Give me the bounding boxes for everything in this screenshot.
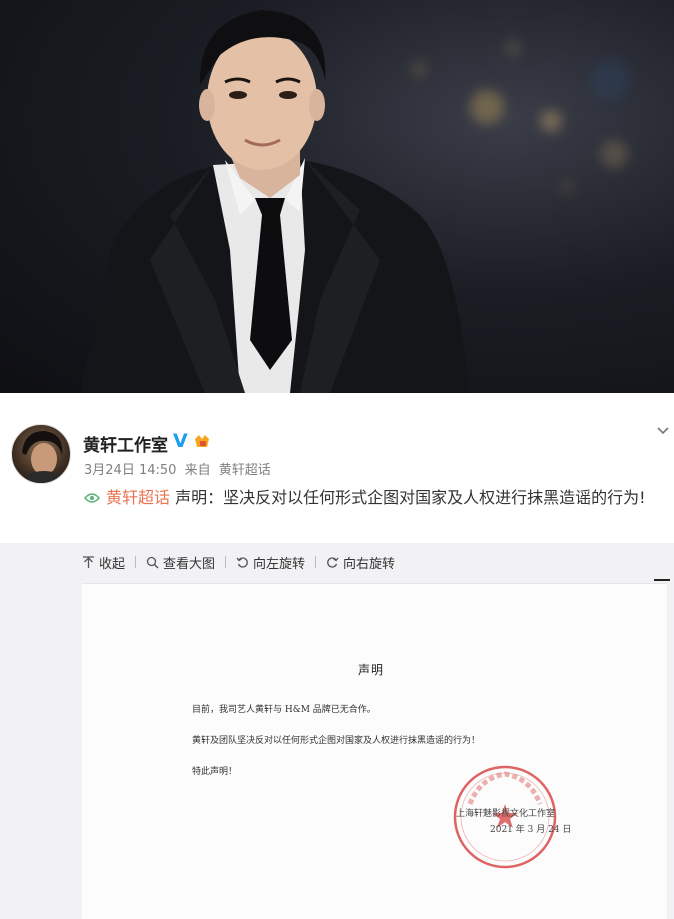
- post-source[interactable]: 黄轩超话: [219, 463, 271, 478]
- verified-icon: V: [173, 430, 188, 452]
- author-name[interactable]: 黄轩工作室: [83, 431, 168, 456]
- view-large-button[interactable]: 查看大图: [146, 553, 215, 572]
- view-large-label: 查看大图: [163, 556, 216, 572]
- magnifier-icon: [146, 556, 159, 568]
- document-line: 目前，我司艺人黄轩与 H&M 品牌已无合作。: [192, 705, 376, 715]
- member-badge-icon: [195, 435, 209, 447]
- document-title: 声明: [358, 663, 385, 677]
- avatar-photo-icon: [21, 431, 66, 483]
- post-text: 黄轩超话 声明：坚决反对以任何形式企图对国家及人权进行抹黑造谣的行为!: [84, 484, 664, 511]
- chevron-down-icon[interactable]: [655, 423, 671, 439]
- hero-photo: [0, 0, 674, 393]
- rotate-right-icon: [327, 556, 339, 568]
- supertopic-icon: [84, 493, 100, 503]
- rotate-left-label: 向左旋转: [253, 556, 306, 572]
- image-toolbar: 收起 查看大图 向左旋转 向右旋转: [82, 551, 395, 573]
- rotate-right-button[interactable]: 向右旋转: [326, 553, 395, 572]
- toolbar-divider: [315, 556, 317, 568]
- collapse-label: 收起: [99, 556, 126, 572]
- avatar[interactable]: [11, 424, 71, 484]
- company-name: 上海轩魅影视文化工作室: [456, 809, 556, 819]
- rotate-left-icon: [236, 556, 248, 568]
- toolbar-divider: [225, 556, 227, 568]
- statement-document[interactable]: 声明 目前，我司艺人黄轩与 H&M 品牌已无合作。 黄轩及团队坚决反对以任何形式…: [82, 583, 667, 919]
- document-line: 黄轩及团队坚决反对以任何形式企图对国家及人权进行抹黑造谣的行为！: [192, 736, 481, 746]
- document-line: 特此声明！: [192, 767, 238, 777]
- person-portrait: [80, 10, 470, 393]
- collapse-arrow-icon: [83, 555, 94, 568]
- collapse-button[interactable]: 收起: [82, 553, 125, 572]
- image-viewer: 收起 查看大图 向左旋转 向右旋转 声明 目前，我司艺人黄轩与 H&M 品牌已无…: [0, 543, 674, 919]
- scroll-marker: [654, 579, 670, 581]
- post-source-prefix: 来自: [184, 463, 211, 478]
- document-date: 2021 年 3 月 24 日: [490, 825, 572, 835]
- post-meta: 3月24日 14:50 来自 黄轩超话: [84, 459, 275, 478]
- rotate-right-label: 向右旋转: [343, 556, 396, 572]
- toolbar-divider: [135, 556, 137, 568]
- post-date[interactable]: 3月24日 14:50: [84, 463, 176, 478]
- rotate-left-button[interactable]: 向左旋转: [236, 553, 305, 572]
- post-body: 声明：坚决反对以任何形式企图对国家及人权进行抹黑造谣的行为!: [175, 488, 646, 507]
- weibo-post: 黄轩工作室 V 3月24日 14:50 来自 黄轩超话 黄轩超话 声明：坚决反对…: [0, 393, 674, 543]
- supertopic-link[interactable]: 黄轩超话: [106, 488, 170, 507]
